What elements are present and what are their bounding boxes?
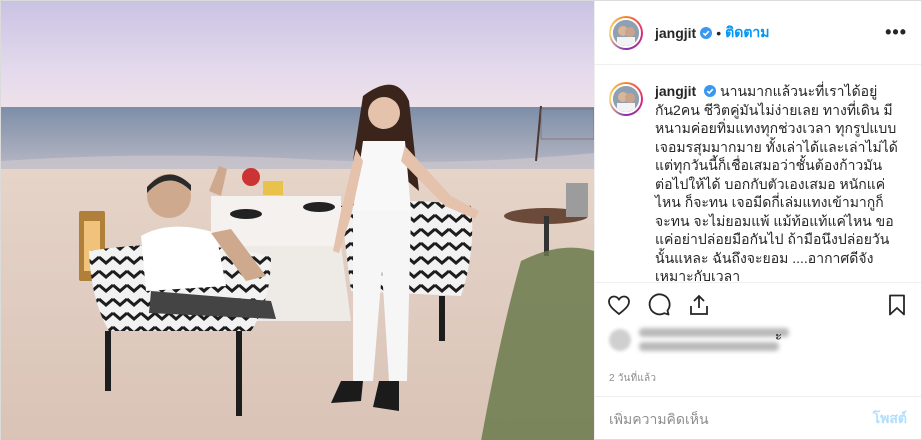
heart-icon <box>608 295 630 315</box>
avatar-image <box>613 86 639 112</box>
caption-area: jangjit นานมากแล้วนะที่เราได้อยู่กัน2คน … <box>595 66 921 282</box>
beach-dinner-photo <box>1 1 594 440</box>
author-username[interactable]: jangjit <box>655 25 696 41</box>
verified-badge-icon <box>704 85 717 97</box>
post-timestamp[interactable]: 2 วันที่แล้ว <box>609 371 656 386</box>
share-button[interactable] <box>685 291 713 319</box>
post-side-panel: jangjit • ติดตาม ••• jangjit นานมากแล้วน… <box>594 1 921 440</box>
instagram-post-modal: jangjit • ติดตาม ••• jangjit นานมากแล้วน… <box>0 0 922 440</box>
likes-summary[interactable] <box>609 323 789 356</box>
avatar-image <box>613 19 639 46</box>
caption-username[interactable]: jangjit <box>655 83 696 99</box>
share-icon <box>690 294 708 315</box>
header-separator: • <box>716 24 722 41</box>
post-comment-button[interactable]: โพสต์ <box>873 408 907 430</box>
post-header: jangjit • ติดตาม ••• <box>595 1 921 65</box>
comment-input[interactable] <box>609 411 873 427</box>
comment-button[interactable] <box>645 291 673 319</box>
author-avatar[interactable] <box>609 15 643 50</box>
likes-tail-text: ะ <box>775 328 782 343</box>
post-photo[interactable] <box>1 1 594 440</box>
caption-text: jangjit นานมากแล้วนะที่เราได้อยู่กัน2คน … <box>655 82 899 282</box>
comment-icon <box>648 292 671 315</box>
follow-button[interactable]: ติดตาม <box>725 22 769 44</box>
caption-body: นานมากแล้วนะที่เราได้อยู่กัน2คน ชีวิตคู่… <box>655 83 898 282</box>
caption-avatar[interactable] <box>609 82 643 116</box>
verified-badge-icon <box>700 26 713 39</box>
likes-text-redacted <box>639 323 789 356</box>
add-comment-bar: โพสต์ <box>595 396 921 440</box>
liker-avatar <box>609 328 631 351</box>
like-button[interactable] <box>605 291 633 319</box>
more-options-icon[interactable]: ••• <box>885 22 907 43</box>
save-button[interactable] <box>883 291 911 319</box>
bookmark-icon <box>889 294 905 315</box>
action-bar <box>595 282 921 326</box>
